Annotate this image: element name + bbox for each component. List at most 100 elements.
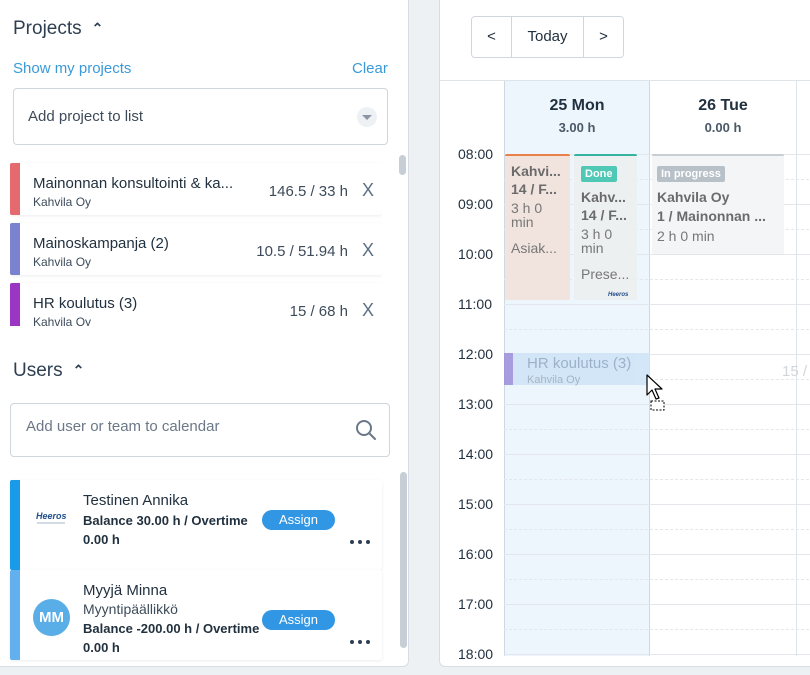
half-hour-line: [504, 529, 810, 530]
event-title: Kahvila Oy: [657, 189, 730, 205]
event-note: Asiak...: [511, 240, 557, 256]
time-label: 15:00: [458, 496, 494, 512]
event-project: 14 / F...: [511, 181, 557, 197]
add-project-placeholder: Add project to list: [28, 108, 144, 125]
hour-line: [504, 604, 810, 605]
user-card[interactable]: Heeros Testinen Annika Balance 30.00 h /…: [10, 480, 382, 570]
half-hour-line: [504, 329, 810, 330]
heeros-logo: Heeros: [36, 511, 67, 524]
project-client: Kahvila Oy: [33, 255, 92, 269]
half-hour-line: [504, 429, 810, 430]
project-item[interactable]: Mainoskampanja (2) Kahvila Oy 10.5 / 51.…: [10, 223, 382, 275]
today-button[interactable]: Today: [511, 17, 584, 57]
chevron-down-icon[interactable]: [357, 107, 377, 127]
event-title: Kahv...: [581, 189, 626, 205]
calendar-event[interactable]: In progress Kahvila Oy 1 / Mainonnan ...…: [652, 154, 784, 254]
user-search-input[interactable]: [26, 418, 346, 435]
drag-preview-hours: 15 /: [782, 363, 808, 380]
hour-line: [504, 504, 810, 505]
logo-text: Heeros: [36, 511, 67, 521]
project-list: Mainonnan konsultointi & ka... Kahvila O…: [10, 160, 382, 326]
logo-text: Heeros: [608, 292, 629, 298]
user-card[interactable]: MM Myyjä Minna Myyntipäällikkö Balance -…: [10, 570, 382, 660]
user-title: Myyntipäällikkö: [83, 601, 178, 617]
user-search-box[interactable]: [10, 403, 390, 457]
prev-button[interactable]: <: [472, 17, 511, 57]
user-list-scrollbar[interactable]: [400, 472, 407, 648]
more-options-icon[interactable]: [348, 638, 372, 646]
project-name: Mainoskampanja (2): [33, 235, 169, 252]
projects-header[interactable]: Projects ⌃: [13, 18, 103, 40]
user-name: Testinen Annika: [83, 492, 189, 509]
drag-cursor-icon: [646, 374, 665, 411]
project-hours: 15 / 68 h: [289, 303, 348, 320]
drag-preview-name: HR koulutus (3): [527, 355, 632, 372]
project-color-bar: [10, 283, 20, 326]
more-options-icon[interactable]: [348, 538, 372, 546]
project-name: HR koulutus (3): [33, 295, 138, 312]
time-label: 08:00: [458, 146, 494, 162]
day-date: 25 Mon: [549, 97, 605, 114]
chevron-up-icon[interactable]: ⌃: [73, 362, 85, 379]
event-duration-unit: min: [581, 240, 604, 256]
project-name: Mainonnan konsultointi & ka...: [33, 175, 234, 192]
project-list-scrollbar[interactable]: [399, 155, 406, 175]
status-badge: Done: [581, 166, 617, 182]
user-overtime: 0.00 h: [83, 640, 120, 655]
day-header-tue[interactable]: 26 Tue 0.00 h: [650, 97, 796, 135]
chevron-up-icon[interactable]: ⌃: [92, 20, 104, 37]
remove-project-button[interactable]: X: [362, 240, 374, 261]
users-title: Users: [13, 360, 63, 381]
projects-title: Projects: [13, 18, 82, 39]
next-button[interactable]: >: [584, 17, 623, 57]
half-hour-line: [504, 629, 810, 630]
project-hours: 10.5 / 51.94 h: [256, 243, 348, 260]
hour-line: [504, 304, 810, 305]
assign-button[interactable]: Assign: [262, 610, 335, 630]
user-name: Myyjä Minna: [83, 582, 168, 599]
clear-link[interactable]: Clear: [352, 60, 388, 77]
user-balance: Balance 30.00 h / Overtime: [83, 513, 248, 528]
day-hours: 3.00 h: [558, 120, 596, 135]
time-label: 09:00: [458, 196, 494, 212]
assign-button[interactable]: Assign: [262, 510, 335, 530]
time-label: 17:00: [458, 596, 494, 612]
user-overtime: 0.00 h: [83, 532, 120, 547]
hour-line: [504, 654, 810, 655]
time-label: 16:00: [458, 546, 494, 562]
remove-project-button[interactable]: X: [362, 300, 374, 321]
calendar-panel: < Today > 25 Mon 3.00 h 26 Tue 0.00 h 08…: [439, 0, 810, 667]
project-client: Kahvila Oy: [33, 195, 92, 209]
calendar-event[interactable]: Kahvi... 14 / F... 3 h 0 min Asiak...: [505, 154, 570, 300]
drag-preview-color-bar: [504, 353, 513, 385]
day-header-mon[interactable]: 25 Mon 3.00 h: [504, 97, 650, 135]
event-duration-unit: min: [511, 214, 534, 230]
event-project: 1 / Mainonnan ...: [657, 208, 766, 224]
time-label: 13:00: [458, 396, 494, 412]
remove-project-button[interactable]: X: [362, 180, 374, 201]
user-color-bar: [10, 480, 20, 570]
heeros-logo: Heeros: [608, 292, 629, 298]
search-icon[interactable]: [355, 419, 377, 441]
project-item[interactable]: Mainonnan konsultointi & ka... Kahvila O…: [10, 163, 382, 215]
users-header[interactable]: Users ⌃: [13, 360, 84, 382]
drag-preview: HR koulutus (3) Kahvila Oy: [504, 353, 650, 403]
project-color-bar: [10, 223, 20, 275]
time-label: 14:00: [458, 446, 494, 462]
event-note: Prese...: [581, 266, 630, 282]
user-color-bar: [10, 570, 20, 660]
event-project: 14 / F...: [581, 207, 627, 223]
add-project-select[interactable]: Add project to list: [13, 88, 388, 145]
hour-line: [504, 554, 810, 555]
left-panel: Projects ⌃ Show my projects Clear Add pr…: [0, 0, 409, 667]
calendar-event[interactable]: Done Kahv... 14 / F... 3 h 0 min Prese..…: [574, 154, 637, 300]
show-my-projects-link[interactable]: Show my projects: [13, 60, 131, 77]
user-balance: Balance -200.00 h / Overtime: [83, 621, 260, 636]
project-hours: 146.5 / 33 h: [268, 183, 348, 200]
project-color-bar: [10, 163, 20, 215]
event-duration: 2 h 0 min: [657, 228, 715, 244]
day-hours: 0.00 h: [704, 120, 742, 135]
date-navigation: < Today >: [471, 16, 624, 58]
day-date: 26 Tue: [698, 97, 748, 114]
project-item[interactable]: HR koulutus (3) Kahvila Oy 15 / 68 h X: [10, 283, 382, 326]
